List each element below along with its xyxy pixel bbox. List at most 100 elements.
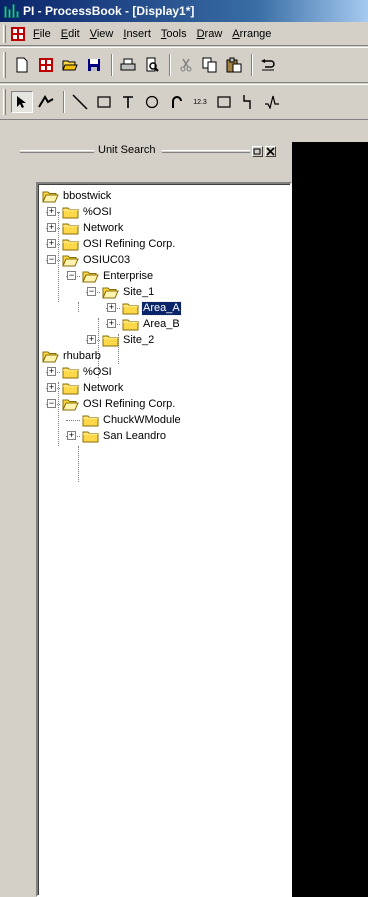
toolbar-grip[interactable] [3, 52, 6, 78]
copy-icon [202, 57, 217, 73]
tree-node[interactable]: San Leandro [82, 428, 167, 444]
panel-grip-left [20, 150, 94, 153]
collapse-icon[interactable]: − [87, 287, 96, 296]
panel-close-button[interactable] [265, 146, 276, 157]
save-button[interactable] [83, 54, 105, 76]
expand-icon[interactable]: + [47, 223, 56, 232]
rectangle-tool-button[interactable] [93, 91, 115, 113]
copy-button[interactable] [199, 54, 221, 76]
processbook-app-icon[interactable] [3, 3, 19, 19]
panel-title: Unit Search [98, 144, 156, 156]
menu-tools[interactable]: Tools [156, 28, 192, 40]
title-bar[interactable]: PI - ProcessBook - [Display1*] [0, 0, 368, 22]
folder-open-icon [42, 351, 59, 363]
new-button[interactable] [11, 54, 33, 76]
collapse-icon[interactable]: − [47, 399, 56, 408]
tree-guide [66, 420, 80, 421]
tree-node-label: Site_1 [123, 285, 155, 298]
tree-node[interactable]: %OSI [62, 204, 113, 220]
folder-icon [82, 431, 99, 443]
paste-button[interactable] [223, 54, 245, 76]
folder-open-icon [42, 191, 59, 203]
tree-node[interactable]: Area_B [122, 316, 181, 332]
print-button[interactable] [117, 54, 139, 76]
tree-node[interactable]: ChuckWModule [82, 412, 182, 428]
tree-node-label: ChuckWModule [103, 413, 181, 426]
cut-button[interactable] [175, 54, 197, 76]
menu-view[interactable]: View [85, 28, 119, 40]
tree-node[interactable]: OSIUC03 [62, 252, 131, 268]
collapse-icon[interactable]: − [67, 271, 76, 280]
trend-tool-button[interactable] [261, 91, 283, 113]
menubar-grip[interactable] [3, 24, 6, 43]
expand-icon[interactable]: + [67, 431, 76, 440]
expand-icon[interactable]: + [47, 239, 56, 248]
folder-open-icon [82, 271, 99, 283]
text-icon [123, 96, 133, 108]
unit-tree[interactable]: bbostwick + %OSI + Network + OSI Refining Corp… [36, 182, 292, 897]
draw-toolbar: 12.3 [0, 84, 368, 120]
text-tool-button[interactable] [117, 91, 139, 113]
tree-node[interactable]: %OSI [62, 364, 113, 380]
print-preview-button[interactable] [141, 54, 163, 76]
tree-node[interactable]: Network [62, 380, 124, 396]
menu-arrange[interactable]: Arrange [227, 28, 276, 40]
select-tool-button[interactable] [11, 91, 33, 113]
expand-icon[interactable]: + [107, 319, 116, 328]
tree-guide [58, 382, 59, 446]
line-tool-button[interactable] [69, 91, 91, 113]
window-title: PI - ProcessBook - [Display1*] [23, 4, 195, 18]
tree-node-label: bbostwick [63, 189, 112, 202]
folder-icon [62, 383, 79, 395]
tree-node-label: Site_2 [123, 333, 155, 346]
tree-node[interactable]: Area_A [122, 300, 182, 316]
open-icon [62, 60, 78, 71]
trend-icon [265, 95, 279, 109]
expand-icon[interactable]: + [47, 367, 56, 376]
expand-icon[interactable]: + [47, 383, 56, 392]
menu-insert[interactable]: Insert [118, 28, 156, 40]
button-tool-button[interactable] [213, 91, 235, 113]
save-icon [88, 59, 100, 71]
menu-file[interactable]: File [28, 28, 56, 40]
line-icon [72, 94, 88, 110]
undo-button[interactable] [257, 54, 279, 76]
folder-open-icon [62, 399, 79, 411]
tree-node[interactable]: bbostwick [42, 188, 112, 204]
connector-tool-button[interactable] [237, 91, 259, 113]
arc-tool-button[interactable] [165, 91, 187, 113]
tree-node-label: %OSI [83, 365, 112, 378]
tree-node[interactable]: Enterprise [82, 268, 154, 284]
arc-icon [172, 96, 182, 108]
run-mode-button[interactable] [35, 91, 57, 113]
expand-icon[interactable]: + [47, 207, 56, 216]
standard-toolbar [0, 47, 368, 83]
tree-node[interactable]: OSI Refining Corp. [62, 396, 176, 412]
panel-header[interactable]: Unit Search [18, 142, 292, 162]
tree-guide [78, 446, 79, 482]
panel-float-button[interactable] [252, 146, 263, 157]
tree-node[interactable]: Network [62, 220, 124, 236]
menu-edit[interactable]: Edit [56, 28, 85, 40]
expand-icon[interactable]: + [107, 303, 116, 312]
folder-icon [82, 415, 99, 427]
display-canvas[interactable] [292, 142, 368, 897]
new-display-button[interactable] [35, 54, 57, 76]
folder-icon [102, 335, 119, 347]
collapse-icon[interactable]: − [47, 255, 56, 264]
ellipse-tool-button[interactable] [141, 91, 163, 113]
document-window-icon[interactable] [10, 26, 26, 42]
menu-draw[interactable]: Draw [192, 28, 228, 40]
tree-node[interactable]: Site_1 [102, 284, 155, 300]
toolbar-grip[interactable] [3, 89, 6, 115]
open-button[interactable] [59, 54, 81, 76]
expand-icon[interactable]: + [87, 335, 96, 344]
folder-icon [62, 367, 79, 379]
value-tool-button[interactable]: 12.3 [189, 91, 211, 113]
tree-node[interactable]: rhubarb [42, 348, 102, 364]
print-preview-icon [146, 57, 159, 72]
tree-node-label: rhubarb [63, 349, 101, 362]
run-mode-icon [38, 95, 54, 108]
tree-node[interactable]: OSI Refining Corp. [62, 236, 176, 252]
tree-node[interactable]: Site_2 [102, 332, 155, 348]
